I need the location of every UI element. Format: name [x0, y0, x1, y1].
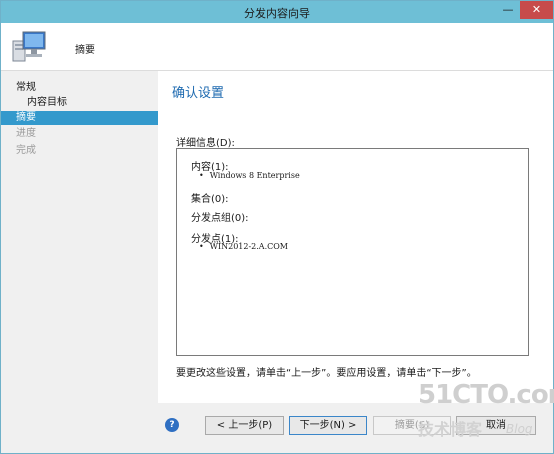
dp-group-heading: 分发点组(0): [191, 213, 249, 224]
collection-heading: 集合(0): [191, 194, 229, 205]
nav-item-summary[interactable]: 摘要 [1, 111, 158, 125]
step-title: 摘要 [75, 45, 95, 56]
bullet-icon: • [199, 242, 204, 251]
watermark-logo: 51CTO.com [418, 380, 554, 410]
section-title: 确认设置 [172, 86, 225, 101]
wizard-footer: ? < 上一步(P) 下一步(N) > 摘要(S) 取消 [158, 403, 553, 453]
help-icon[interactable]: ? [165, 418, 179, 432]
nav-item-general[interactable]: 常规 [1, 81, 158, 95]
content-item-label: Windows 8 Enterprise [209, 171, 300, 180]
watermark-blog: Blog [506, 422, 533, 436]
wizard-header: 摘要 [1, 23, 553, 71]
details-textbox[interactable]: 内容(1): • Windows 8 Enterprise 集合(0): 分发点组… [176, 148, 529, 356]
window-title: 分发内容向导 [244, 7, 310, 20]
title-bar: 分发内容向导 — ✕ [1, 1, 553, 23]
wizard-nav: 常规 内容目标 摘要 进度 完成 [1, 71, 158, 453]
nav-item-content-destination[interactable]: 内容目标 [1, 96, 158, 110]
nav-item-completion: 完成 [16, 145, 36, 156]
details-label: 详细信息(D): [176, 138, 235, 149]
previous-button[interactable]: < 上一步(P) [205, 416, 284, 435]
content-item: • Windows 8 Enterprise [199, 171, 300, 180]
bullet-icon: • [199, 171, 204, 180]
hint-text: 要更改这些设置，请单击“上一步”。要应用设置，请单击“下一步”。 [176, 368, 477, 379]
minimize-button[interactable]: — [496, 1, 520, 19]
dp-item-label: WIN2012-2.A.COM [209, 242, 288, 251]
dp-item: • WIN2012-2.A.COM [199, 242, 288, 251]
next-button[interactable]: 下一步(N) > [289, 416, 367, 435]
nav-item-progress: 进度 [16, 128, 36, 139]
close-button[interactable]: ✕ [520, 1, 553, 19]
watermark-subtitle: 技术博客 [418, 420, 483, 439]
computer-icon [12, 31, 46, 62]
